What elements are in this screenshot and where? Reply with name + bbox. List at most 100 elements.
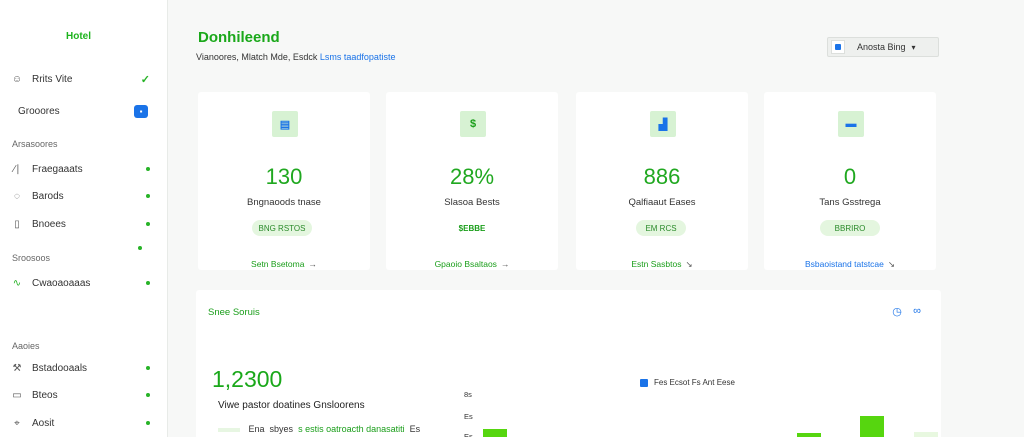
stat-link-text: Gpaoio Bsaltaos: [434, 259, 497, 269]
arrow-right-icon: →: [308, 259, 317, 269]
tool-icon: ⚒: [12, 362, 22, 374]
bar-chart-icon: ▟: [650, 111, 676, 137]
status-dot: [146, 393, 150, 397]
chart-bar[interactable]: [797, 433, 821, 437]
sidebar-section-2: Aaoies: [12, 341, 40, 351]
stat-label: Qalfiaaut Eases: [628, 197, 696, 208]
footnote-suffix: Es: [409, 424, 421, 434]
stat-link[interactable]: Setn Bsetoma →: [198, 259, 370, 269]
link-icon[interactable]: ∞: [911, 305, 923, 317]
stat-value: 130: [265, 164, 303, 189]
chart-bar[interactable]: [483, 429, 507, 437]
sidebar-item-6[interactable]: ⚒ Bstadooaals: [10, 359, 150, 377]
sidebar-item-3[interactable]: ◌ Barods: [10, 187, 150, 205]
panel-actions: ◷ ∞: [891, 305, 923, 318]
y-tick-label: 8s: [464, 390, 472, 399]
user-circle-icon: ☺: [11, 73, 23, 85]
status-dot: [146, 421, 150, 425]
chart-bar-background: [914, 432, 938, 437]
clock-icon[interactable]: ◷: [891, 305, 903, 318]
calendar-badge-icon: ▪: [134, 104, 148, 118]
arrow-right-icon: →: [500, 259, 510, 269]
stat-value: 886: [643, 164, 681, 189]
footnote-prefix: Ena: [248, 424, 265, 434]
status-dot: [146, 194, 150, 198]
sidebar-item-label: Grooores: [18, 105, 60, 117]
stat-pill: $EBBE: [442, 220, 502, 236]
user-menu-button[interactable]: Anosta Bing ▾: [827, 37, 939, 57]
y-tick-label: Es: [464, 432, 473, 437]
sidebar-item-7[interactable]: ▭ Bteos: [10, 386, 150, 404]
chat-icon: ◌: [14, 190, 20, 202]
user-name: Anosta Bing: [857, 42, 906, 52]
sidebar-item-label: Aosit: [32, 417, 55, 429]
status-dot: [146, 281, 150, 285]
sidebar: Hotel ☺ Rrits Vite ✓ Grooores ▪ Arsasoor…: [0, 0, 168, 437]
arrow-icon: ↘: [685, 259, 693, 269]
sidebar-item-0[interactable]: ☺ Rrits Vite ✓: [10, 70, 150, 88]
legend-swatch: [218, 427, 240, 432]
sidebar-item-4[interactable]: ▯ Bnoees: [10, 215, 150, 233]
file-icon: ▯: [14, 218, 20, 230]
chart-legend: Fes Ecsot Fs Ant Eese: [640, 378, 735, 387]
big-number-caption: Viwe pastor doatines Gnsloorens: [218, 400, 365, 411]
dollar-icon: $: [460, 111, 486, 137]
legend-label: Fes Ecsot Fs Ant Eese: [654, 378, 735, 387]
footnote-highlight: s estis oatroacth danasatiti: [298, 424, 405, 434]
account-icon: [831, 40, 845, 54]
stat-pill: BNG RSTOS: [252, 220, 312, 236]
page-title: Donhileend: [198, 29, 280, 46]
sidebar-item-1[interactable]: Grooores ▪: [8, 102, 148, 120]
chart-bar[interactable]: [860, 416, 884, 437]
stat-label: Bngnaoods tnase: [247, 197, 321, 208]
sales-chart-panel: Snee Soruis ◷ ∞ 1,2300 Viwe pastor doati…: [196, 290, 941, 437]
stat-link-text: Setn Bsetoma: [251, 259, 305, 269]
arrow-icon: ↘: [887, 259, 896, 269]
message-icon: ▭: [12, 389, 22, 401]
big-number: 1,2300: [212, 366, 283, 392]
sidebar-item-label: Bstadooaals: [32, 362, 88, 374]
sidebar-item-2[interactable]: ∕∣ Fraegaaats: [10, 160, 150, 178]
sidebar-item-8[interactable]: ⌖ Aosit: [10, 414, 150, 432]
subtitle-text: Vianoores, Mlatch Mde, Esdck: [196, 52, 318, 62]
stat-link-text: Bsbaoistand tatstcae: [804, 259, 884, 269]
stat-card-2: ▟ 886 Qalfiaaut Eases EM RCS Estn Sasbto…: [576, 92, 748, 270]
stat-link-text: Estn Sasbtos: [631, 259, 682, 269]
bar-chart-icon: ∕∣: [13, 163, 21, 175]
stat-link[interactable]: Bsbaoistand tatstcae ↘: [764, 259, 936, 270]
stat-pill: EM RCS: [636, 220, 686, 236]
sidebar-item-5[interactable]: ∿ Cwaoaoaaas: [10, 274, 150, 292]
brand-logo[interactable]: Hotel: [66, 31, 91, 42]
pulse-icon: ∿: [12, 277, 22, 289]
stat-link[interactable]: Estn Sasbtos ↘: [576, 259, 748, 270]
stat-pill: BBRIRO: [820, 220, 880, 236]
stat-value: 0: [843, 164, 857, 189]
main-content: Donhileend Vianoores, Mlatch Mde, Esdck …: [168, 0, 1024, 437]
sidebar-item-label: Bnoees: [32, 218, 66, 230]
sidebar-item-label: Rrits Vite: [32, 73, 73, 85]
legend-swatch: [640, 378, 648, 387]
stat-label: Slasoa Bests: [444, 197, 500, 208]
stat-link[interactable]: Gpaoio Bsaltaos →: [386, 259, 558, 269]
stat-card-1: $ 28% Slasoa Bests $EBBE Gpaoio Bsaltaos…: [386, 92, 558, 270]
sidebar-item-label: Cwaoaoaaas: [32, 277, 91, 289]
wallet-icon: ▬: [838, 111, 864, 137]
pin-icon: ⌖: [14, 417, 20, 429]
sidebar-item-label: Barods: [32, 190, 64, 202]
calendar-icon: ▤: [272, 111, 298, 137]
check-icon: ✓: [140, 73, 150, 86]
status-dot: [146, 366, 150, 370]
sidebar-section-0: Arsasoores: [12, 139, 58, 149]
stat-value: 28%: [449, 164, 495, 189]
panel-title: Snee Soruis: [208, 307, 260, 318]
y-tick-label: Es: [464, 412, 473, 421]
status-dot: [138, 246, 142, 250]
sidebar-item-label: Bteos: [32, 389, 58, 401]
stat-label: Tans Gsstrega: [819, 197, 881, 208]
sidebar-item-label: Fraegaaats: [32, 163, 83, 175]
sidebar-section-1: Sroosoos: [12, 253, 51, 263]
chevron-down-icon: ▾: [911, 42, 916, 52]
subtitle-link[interactable]: Lsms taadfopatiste: [320, 52, 396, 62]
page-subtitle: Vianoores, Mlatch Mde, Esdck Lsms taadfo…: [196, 52, 395, 62]
status-dot: [146, 167, 150, 171]
